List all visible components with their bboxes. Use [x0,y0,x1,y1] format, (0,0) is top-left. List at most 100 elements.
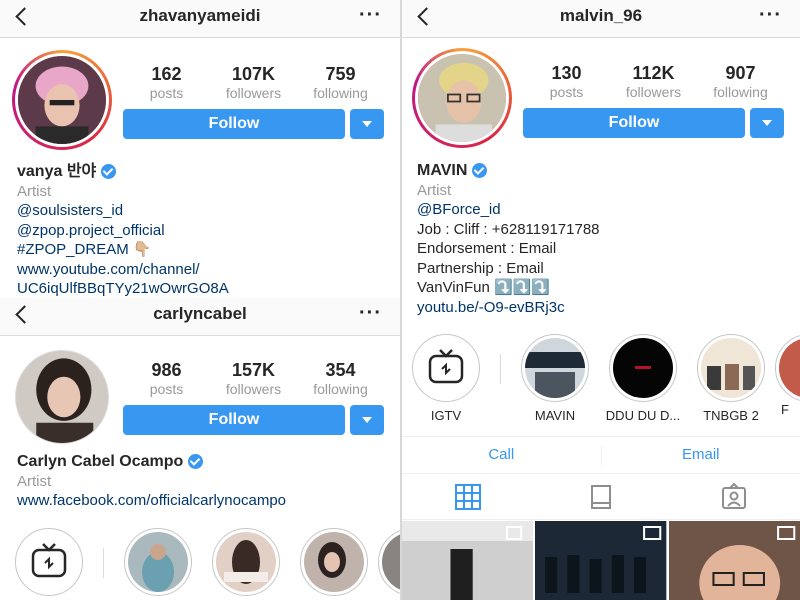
highlight-thumbnail [128,532,188,592]
highlight-thumbnail [304,532,364,592]
highlight-label: IGTV [430,408,462,423]
dropdown-icon[interactable] [350,405,384,435]
category-label: Artist [417,181,452,199]
display-name: Carlyn Cabel Ocampo [17,453,184,470]
highlight-label: F [781,402,789,417]
bio-hashtag-link[interactable]: #ZPOP_DREAM 👇🏼 [17,240,392,260]
dropdown-icon[interactable] [350,109,384,139]
grid-icon[interactable] [454,483,482,511]
highlight-item[interactable] [290,528,378,600]
verified-icon [101,164,117,180]
profile-bio: Carlyn Cabel Ocampo Artist www.facebook.… [17,452,397,511]
highlight-item[interactable]: MAVIN [511,334,599,423]
call-button[interactable]: Call [402,437,601,473]
following-label: following [713,84,768,100]
profile-panel-vanya: zhavanyameidi ··· 162 posts 107K followe… [0,0,400,298]
posts-label: posts [549,84,584,100]
igtv-icon [31,543,67,578]
bio-line: Endorsement : Email [417,240,557,257]
following-stat[interactable]: 354 following [297,360,384,398]
bio-url-link[interactable]: www.youtube.com/channel/ [17,260,392,280]
profile-panel-malvin: malvin_96 ··· 130 posts 112K followers 9… [402,0,800,600]
highlight-label: DDU DU D... [605,408,681,423]
highlight-thumbnail [701,338,761,398]
bio-mention-link[interactable]: @soulsisters_id [17,201,392,221]
highlight-thumbnail [779,338,800,398]
igtv-icon [428,349,464,384]
follow-button[interactable]: Follow [123,109,345,139]
verified-icon [188,454,204,470]
avatar[interactable] [412,48,512,148]
bio-mention-link[interactable]: @zpop.project_official [17,221,392,241]
divider [103,548,104,578]
display-name-row: vanya 반야 [17,162,392,182]
avatar[interactable] [12,50,112,150]
story-highlights: IGTV MAVIN DDU DU D... TNBGB 2 F [402,334,800,423]
highlight-label: MAVIN [534,408,576,423]
tagged-icon[interactable] [720,482,748,511]
highlight-igtv[interactable] [5,528,93,600]
post-thumbnail[interactable] [668,521,800,600]
bio-url-link[interactable]: www.facebook.com/officialcarlynocampo [17,491,397,511]
following-count: 354 [325,360,356,380]
display-name-row: Carlyn Cabel Ocampo [17,452,397,472]
email-button[interactable]: Email [602,437,800,473]
following-count: 907 [725,63,756,83]
post-thumbnail[interactable] [402,521,534,600]
profile-stats: 162 posts 107K followers 759 following [123,64,384,102]
followers-count: 112K [632,63,675,83]
highlight-label: TNBGB 2 [703,408,759,423]
post-thumbnail[interactable] [535,521,667,600]
followers-stat[interactable]: 112K followers [610,63,697,101]
bio-line: VanVinFun ⤵️⤵️⤵️ [417,279,551,296]
avatar[interactable] [15,350,109,444]
more-icon[interactable]: ··· [759,4,782,27]
following-count: 759 [325,64,356,84]
story-highlights [5,528,400,600]
top-bar: zhavanyameidi ··· [0,0,400,38]
posts-stat[interactable]: 162 posts [123,64,210,102]
posts-label: posts [149,85,184,101]
display-name: MAVIN [417,162,468,179]
follow-button[interactable]: Follow [523,108,745,138]
bio-url-link[interactable]: youtu.be/-O9-evBRj3c [417,298,792,318]
igtv-tab-icon[interactable] [587,483,615,511]
followers-count: 157K [231,360,276,380]
bio-line: Job : Cliff : +628119171788 [417,220,600,238]
following-stat[interactable]: 759 following [297,64,384,102]
following-stat[interactable]: 907 following [697,63,784,101]
highlight-item[interactable] [114,528,202,600]
posts-stat[interactable]: 986 posts [123,360,210,398]
highlight-item[interactable] [378,528,400,596]
followers-label: followers [225,381,282,397]
more-icon[interactable]: ··· [359,302,382,325]
profile-stats: 986 posts 157K followers 354 following [123,360,384,398]
highlight-item[interactable]: DDU DU D... [599,334,687,423]
bio-url-link[interactable]: UC6iqUlfBBqTYy21wOwrGO8A [17,279,392,298]
post-grid [402,521,800,600]
highlight-item[interactable]: TNBGB 2 [687,334,775,423]
divider [500,354,501,384]
highlight-igtv[interactable]: IGTV [402,334,490,423]
highlight-item[interactable] [202,528,290,600]
following-label: following [313,381,368,397]
followers-stat[interactable]: 107K followers [210,64,297,102]
profile-bio: MAVIN Artist @BForce_id Job : Cliff : +6… [417,161,792,317]
category-label: Artist [17,472,52,490]
following-label: following [313,85,368,101]
bio-mention-link[interactable]: @BForce_id [417,200,792,220]
followers-stat[interactable]: 157K followers [210,360,297,398]
avatar-image [418,54,506,142]
dropdown-icon[interactable] [750,108,784,138]
followers-label: followers [625,84,682,100]
verified-icon [472,163,488,179]
highlight-thumbnail [382,532,400,592]
contact-bar: Call Email [402,436,800,474]
profile-username: carlyncabel [153,304,247,323]
posts-label: posts [149,381,184,397]
more-icon[interactable]: ··· [359,4,382,27]
posts-stat[interactable]: 130 posts [523,63,610,101]
follow-button[interactable]: Follow [123,405,345,435]
highlight-item[interactable]: F [775,334,800,417]
profile-tabs [402,474,800,520]
